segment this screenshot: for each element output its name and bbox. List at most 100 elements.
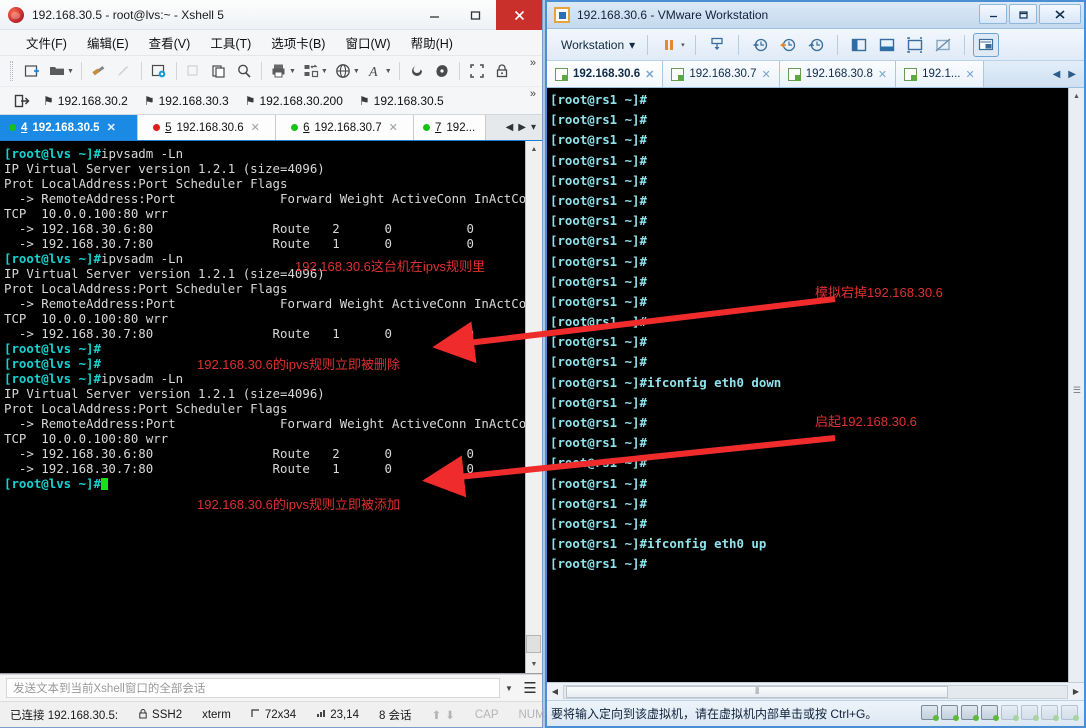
xshell-send-bar: 发送文本到当前Xshell窗口的全部会话 ▼ ☰ — [0, 674, 542, 701]
tab-close-icon[interactable]: ✕ — [762, 68, 771, 81]
sound-icon[interactable] — [981, 705, 999, 721]
vm-terminal-line: [root@rs1 ~]# — [550, 495, 647, 511]
tab-close-icon[interactable]: ✕ — [645, 68, 654, 81]
scroll-up-icon[interactable]: ▲ — [526, 141, 542, 158]
tab-192-168-30-7[interactable]: 6 192.168.30.7 ✕ — [276, 115, 414, 140]
scroll-thumb[interactable] — [526, 635, 541, 653]
tab-prev-icon[interactable]: ◀ — [1053, 69, 1061, 80]
bookmark-192-168-30-2[interactable]: ⚑ 192.168.30.2 — [36, 94, 135, 108]
guest-horizontal-scrollbar[interactable]: ◀ ⦀ ▶ — [547, 682, 1084, 700]
font-icon[interactable]: A — [363, 60, 387, 83]
menu-tools[interactable]: 工具(T) — [202, 30, 259, 55]
terminal-vertical-scrollbar[interactable]: ▲ ▼ — [525, 141, 542, 673]
paste-icon[interactable] — [207, 60, 231, 83]
bookmark-192-168-30-3[interactable]: ⚑ 192.168.30.3 — [137, 94, 236, 108]
maximize-button[interactable] — [455, 0, 496, 30]
toolbar-grip[interactable] — [10, 61, 13, 81]
print-icon[interactable] — [267, 60, 291, 83]
tab-close-icon[interactable]: ✕ — [107, 121, 116, 134]
close-button[interactable] — [496, 0, 542, 30]
display-icon[interactable] — [1021, 705, 1039, 721]
transfer-icon[interactable] — [299, 60, 323, 83]
show-thumbnail-bar-icon[interactable] — [874, 33, 900, 57]
globe-icon[interactable] — [331, 60, 355, 83]
terminal-line: -> RemoteAddress:Port Forward Weight Act… — [4, 416, 541, 431]
pause-icon[interactable] — [656, 33, 682, 57]
floppy-icon[interactable] — [1041, 705, 1059, 721]
xshell-terminal[interactable]: [root@lvs ~]#ipvsadm -Ln IP Virtual Serve… — [0, 141, 542, 674]
vm-tab-192-168-30-8[interactable]: 192.168.30.8 ✕ — [779, 61, 897, 87]
paintbrush-icon[interactable] — [87, 60, 111, 83]
new-session-icon[interactable] — [20, 60, 44, 83]
usb-icon[interactable] — [961, 705, 979, 721]
tab-192-168-30-6[interactable]: 5 192.168.30.6 ✕ — [138, 115, 276, 140]
hscroll-track[interactable]: ⦀ — [563, 684, 1068, 699]
tab-next-icon[interactable]: ▶ — [1068, 69, 1076, 80]
open-session-icon[interactable] — [10, 89, 34, 112]
open-folder-icon[interactable] — [45, 60, 69, 83]
bookmark-192-168-30-5[interactable]: ⚑ 192.168.30.5 — [352, 94, 451, 108]
chevron-down-icon[interactable]: ▾ — [681, 41, 685, 49]
tab-close-icon[interactable]: ✕ — [251, 121, 260, 134]
tab-close-icon[interactable]: ✕ — [389, 121, 398, 134]
scroll-left-icon[interactable]: ◀ — [547, 687, 563, 696]
tab-list-icon[interactable]: ▾ — [531, 122, 536, 133]
tab-close-icon[interactable]: ✕ — [966, 68, 975, 81]
bookmark-overflow-button[interactable]: » — [530, 89, 536, 100]
scroll-down-icon[interactable]: ▼ — [526, 656, 542, 673]
compose-icon[interactable] — [430, 60, 454, 83]
manage-snapshots-icon[interactable] — [803, 33, 829, 57]
vm-tab-navigation: ◀ ▶ — [1045, 61, 1084, 87]
hscroll-thumb[interactable]: ⦀ — [566, 685, 949, 698]
vm-tab-192-168-30-x[interactable]: 192.1... ✕ — [896, 61, 984, 87]
menu-view[interactable]: 查看(V) — [141, 30, 199, 55]
guest-vertical-scrollbar[interactable]: ▲ ☰ — [1068, 88, 1084, 682]
tab-192-168-30-5[interactable]: 4 192.168.30.5 ✕ — [0, 115, 138, 140]
menu-file[interactable]: 文件(F) — [18, 30, 75, 55]
scroll-up-icon[interactable]: ▲ — [1069, 88, 1084, 104]
menu-tabs[interactable]: 选项卡(B) — [263, 30, 333, 55]
menu-edit[interactable]: 编辑(E) — [79, 30, 137, 55]
tunnel-icon[interactable] — [405, 60, 429, 83]
take-snapshot-icon[interactable] — [747, 33, 773, 57]
minimize-button[interactable] — [414, 0, 455, 30]
tab-192-168-30-x[interactable]: 7 192... — [414, 115, 486, 140]
full-screen-icon[interactable] — [902, 33, 928, 57]
tab-close-icon[interactable]: ✕ — [878, 68, 887, 81]
lock-icon[interactable] — [490, 60, 514, 83]
unity-mode-icon[interactable] — [930, 33, 956, 57]
network-icon[interactable] — [941, 705, 959, 721]
settings-icon[interactable] — [1061, 705, 1079, 721]
hard-disk-icon[interactable] — [921, 705, 939, 721]
tab-next-icon[interactable]: ▶ — [518, 122, 526, 133]
snapshot-manager-icon[interactable] — [704, 33, 730, 57]
menu-help[interactable]: 帮助(H) — [403, 30, 461, 55]
printer-icon[interactable] — [1001, 705, 1019, 721]
bookmark-192-168-30-200[interactable]: ⚑ 192.168.30.200 — [238, 94, 350, 108]
properties-gear-icon[interactable] — [147, 60, 171, 83]
fullscreen-icon[interactable] — [465, 60, 489, 83]
xshell-titlebar[interactable]: 192.168.30.5 - root@lvs:~ - Xshell 5 — [0, 0, 542, 30]
terminal-line-text: IP Virtual Server version 1.2.1 (size=40… — [4, 161, 325, 176]
chevron-down-icon[interactable]: ▼ — [500, 684, 518, 693]
scroll-right-icon[interactable]: ▶ — [1068, 687, 1084, 696]
hamburger-menu-icon[interactable]: ☰ — [518, 679, 542, 697]
close-button[interactable] — [1039, 4, 1081, 24]
vmware-titlebar[interactable]: 192.168.30.6 - VMware Workstation — [547, 2, 1084, 29]
workstation-menu-button[interactable]: Workstation ▾ — [557, 38, 639, 52]
vm-tab-192-168-30-7[interactable]: 192.168.30.7 ✕ — [663, 61, 780, 87]
send-text-input[interactable]: 发送文本到当前Xshell窗口的全部会话 — [6, 678, 500, 698]
minimize-button[interactable] — [979, 4, 1007, 24]
scroll-grip-icon[interactable]: ☰ — [1073, 385, 1081, 396]
vmware-guest-screen[interactable]: [root@rs1 ~]# [root@rs1 ~]# [root@rs1 ~]# [… — [547, 88, 1084, 682]
restore-button[interactable] — [1009, 4, 1037, 24]
show-library-icon[interactable] — [846, 33, 872, 57]
console-view-icon[interactable] — [972, 32, 999, 57]
status-connection: 已连接 192.168.30.5: — [10, 709, 119, 722]
revert-snapshot-icon[interactable] — [775, 33, 801, 57]
menu-window[interactable]: 窗口(W) — [337, 30, 398, 55]
vm-tab-192-168-30-6[interactable]: 192.168.30.6 ✕ — [547, 61, 664, 87]
toolbar-overflow-button[interactable]: » — [530, 58, 536, 69]
find-icon[interactable] — [232, 60, 256, 83]
tab-prev-icon[interactable]: ◀ — [506, 122, 514, 133]
